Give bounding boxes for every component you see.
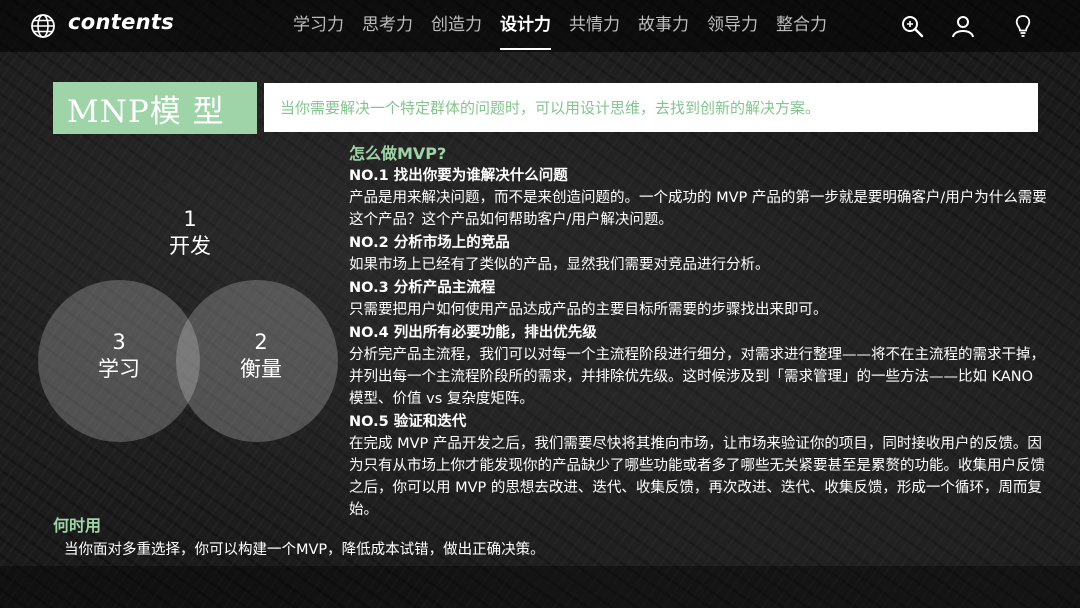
mvp-steps: 怎么做MVP? NO.1 找出你要为谁解决什么问题 产品是用来解决问题，而不是来… (349, 143, 1049, 522)
develop-label: 1 开发 (150, 206, 230, 260)
learn-number: 3 (112, 330, 126, 354)
page-subtitle: 当你需要解决一个特定群体的问题时，可以用设计思维，去找到创新的解决方案。 (280, 99, 821, 117)
when-heading: 何时用 (53, 516, 102, 535)
top-nav: contents 学习力 思考力 创造力 设计力 共情力 故事力 领导力 整合力 (0, 0, 1080, 52)
nav-item-empathy[interactable]: 共情力 (560, 0, 629, 52)
measure-name: 衡量 (240, 357, 282, 381)
nav-item-learning[interactable]: 学习力 (284, 0, 353, 52)
subtitle-banner: 当你需要解决一个特定群体的问题时，可以用设计思维，去找到创新的解决方案。 (264, 83, 1038, 132)
globe-icon[interactable] (30, 13, 56, 39)
nav-item-story[interactable]: 故事力 (629, 0, 698, 52)
measure-number: 2 (254, 330, 268, 354)
section-heading: 怎么做MVP? (349, 144, 447, 163)
title-badge: MNP模 型 (53, 82, 257, 134)
develop-name: 开发 (169, 234, 211, 258)
page-title: MNP模 型 (67, 93, 225, 130)
step-body: 分析完产品主流程，我们可以对每一个主流程阶段进行细分，对需求进行整理——将不在主… (349, 347, 1045, 407)
measure-label: 2 衡量 (221, 329, 301, 383)
nav-item-creativity[interactable]: 创造力 (422, 0, 491, 52)
lightbulb-icon[interactable] (1011, 14, 1035, 38)
nav-item-leadership[interactable]: 领导力 (698, 0, 767, 52)
search-icon[interactable] (900, 14, 924, 38)
logo-text[interactable]: contents (68, 10, 174, 34)
develop-number: 1 (183, 207, 197, 231)
step-title: NO.4 列出所有必要功能，排出优先级 (349, 325, 597, 341)
nav-item-integration[interactable]: 整合力 (767, 0, 836, 52)
learn-name: 学习 (98, 357, 140, 381)
nav-item-design[interactable]: 设计力 (491, 0, 560, 52)
learn-label: 3 学习 (79, 329, 159, 383)
step-title: NO.3 分析产品主流程 (349, 280, 496, 296)
step-title: NO.1 找出你要为谁解决什么问题 (349, 168, 568, 184)
when-text: 当你面对多重选择，你可以构建一个MVP，降低成本试错，做出正确决策。 (64, 542, 545, 558)
nav-menu: 学习力 思考力 创造力 设计力 共情力 故事力 领导力 整合力 (284, 0, 836, 52)
step-title: NO.2 分析市场上的竞品 (349, 235, 510, 251)
nav-item-thinking[interactable]: 思考力 (353, 0, 422, 52)
step-title: NO.5 验证和迭代 (349, 414, 467, 430)
step-body: 只需要把用户如何使用产品达成产品的主要目标所需要的步骤找出来即可。 (349, 302, 828, 318)
bottom-bar (0, 566, 1080, 608)
step-body: 在完成 MVP 产品开发之后，我们需要尽快将其推向市场，让市场来验证你的项目，同… (349, 436, 1045, 518)
user-icon[interactable] (951, 14, 975, 38)
step-body: 如果市场上已经有了类似的产品，显然我们需要对竞品进行分析。 (349, 257, 770, 273)
step-body: 产品是用来解决问题，而不是来创造问题的。一个成功的 MVP 产品的第一步就是要明… (349, 190, 1047, 228)
